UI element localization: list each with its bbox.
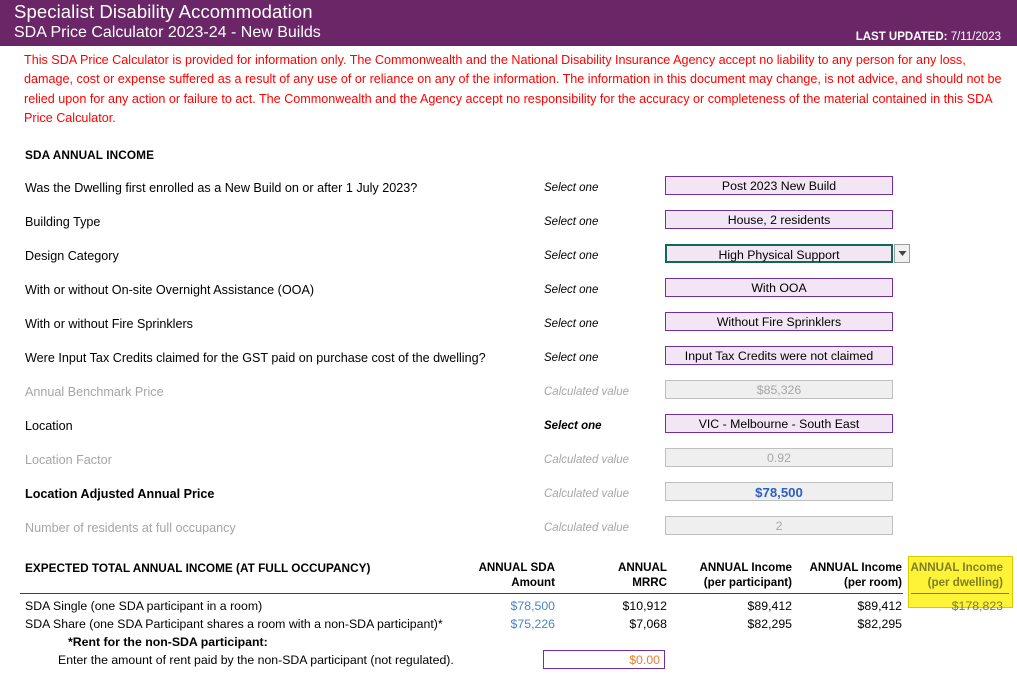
form-row-input-tax-credits: Were Input Tax Credits claimed for the G… [0,346,1017,380]
select-design-category[interactable]: High Physical Support [665,244,893,263]
row-label: Was the Dwelling first enrolled as a New… [25,181,418,195]
cell-mrrc: $10,912 [622,599,667,613]
row-label: With or without Fire Sprinklers [25,317,193,331]
form-row-annual-benchmark-price: Annual Benchmark Price Calculated value … [0,380,1017,414]
row-label: Were Input Tax Credits claimed for the G… [25,351,486,365]
row-hint: Select one [544,318,599,330]
column-header-mrrc: ANNUAL MRRC [618,561,667,589]
row-label: Number of residents at full occupancy [25,521,236,535]
row-label-sda-share: SDA Share (one SDA Participant shares a … [25,617,443,631]
row-label-sda-single: SDA Single (one SDA participant in a roo… [25,599,263,613]
cell-per-room: $82,295 [857,617,902,631]
row-hint: Calculated value [544,454,630,466]
select-ooa[interactable]: With OOA [665,278,893,297]
sda-annual-income-form: Was the Dwelling first enrolled as a New… [0,176,1017,550]
form-row-location-adjusted-annual-price: Location Adjusted Annual Price Calculate… [0,482,1017,516]
form-row-new-build-enrolment: Was the Dwelling first enrolled as a New… [0,176,1017,210]
row-label: Location Adjusted Annual Price [25,487,215,501]
table-header-divider [20,593,903,594]
select-fire-sprinklers[interactable]: Without Fire Sprinklers [665,312,893,331]
row-hint: Calculated value [544,386,630,398]
cell-sda-amount: $78,500 [510,599,555,613]
section-heading-sda-annual-income: SDA ANNUAL INCOME [25,148,155,162]
row-hint: Select one [544,250,599,262]
column-header-per-room: ANNUAL Income (per room) [809,561,902,589]
cell-sda-amount: $75,226 [510,617,555,631]
row-label: Building Type [25,215,101,229]
page-subtitle: SDA Price Calculator 2023-24 - New Build… [14,24,321,41]
select-new-build-enrolment[interactable]: Post 2023 New Build [665,176,893,195]
row-hint: Select one [544,182,599,194]
select-location[interactable]: VIC - Melbourne - South East [665,414,893,433]
cell-per-room: $89,412 [857,599,902,613]
cell-per-dwelling: $178,823 [951,599,1003,613]
row-hint: Select one [544,284,599,296]
rent-amount-input[interactable]: $0.00 [543,650,665,669]
column-header-per-dwelling: ANNUAL Income (per dwelling) [910,561,1003,589]
row-label: With or without On-site Overnight Assist… [25,283,315,297]
form-row-location: Location Select one VIC - Melbourne - So… [0,414,1017,448]
value-number-of-residents: 2 [665,516,893,535]
row-label: Design Category [25,249,119,263]
form-row-fire-sprinklers: With or without Fire Sprinklers Select o… [0,312,1017,346]
rent-heading: *Rent for the non-SDA participant: [68,635,268,649]
value-location-factor: 0.92 [665,448,893,467]
column-header-sda-amount: ANNUAL SDA Amount [478,561,555,589]
rent-subtext: Enter the amount of rent paid by the non… [58,653,454,667]
disclaimer-text: This SDA Price Calculator is provided fo… [24,53,1002,125]
form-row-design-category: Design Category Select one High Physical… [0,244,1017,278]
value-annual-benchmark-price: $85,326 [665,380,893,399]
row-hint: Calculated value [544,522,630,534]
form-row-building-type: Building Type Select one House, 2 reside… [0,210,1017,244]
app-header-banner: Specialist Disability Accommodation SDA … [0,0,1017,46]
page-title: Specialist Disability Accommodation [14,1,313,22]
row-hint: Select one [544,420,602,432]
row-label: Location Factor [25,453,112,467]
row-hint: Select one [544,352,599,364]
form-row-location-factor: Location Factor Calculated value 0.92 [0,448,1017,482]
row-label: Location [25,419,73,433]
select-building-type[interactable]: House, 2 residents [665,210,893,229]
value-location-adjusted-annual-price: $78,500 [665,482,893,501]
last-updated-value: 7/11/2023 [950,31,1001,43]
table-title: EXPECTED TOTAL ANNUAL INCOME (AT FULL OC… [25,561,371,575]
cell-mrrc: $7,068 [629,617,667,631]
form-row-number-of-residents: Number of residents at full occupancy Ca… [0,516,1017,550]
row-label: Annual Benchmark Price [25,385,164,399]
chevron-down-icon[interactable] [894,244,910,263]
table-header-divider-highlight [911,593,1009,594]
last-updated-label: LAST UPDATED: [855,31,948,43]
select-input-tax-credits[interactable]: Input Tax Credits were not claimed [665,346,893,365]
form-row-ooa: With or without On-site Overnight Assist… [0,278,1017,312]
row-hint: Calculated value [544,488,630,500]
row-hint: Select one [544,216,599,228]
last-updated: LAST UPDATED: 7/11/2023 [856,31,1001,43]
